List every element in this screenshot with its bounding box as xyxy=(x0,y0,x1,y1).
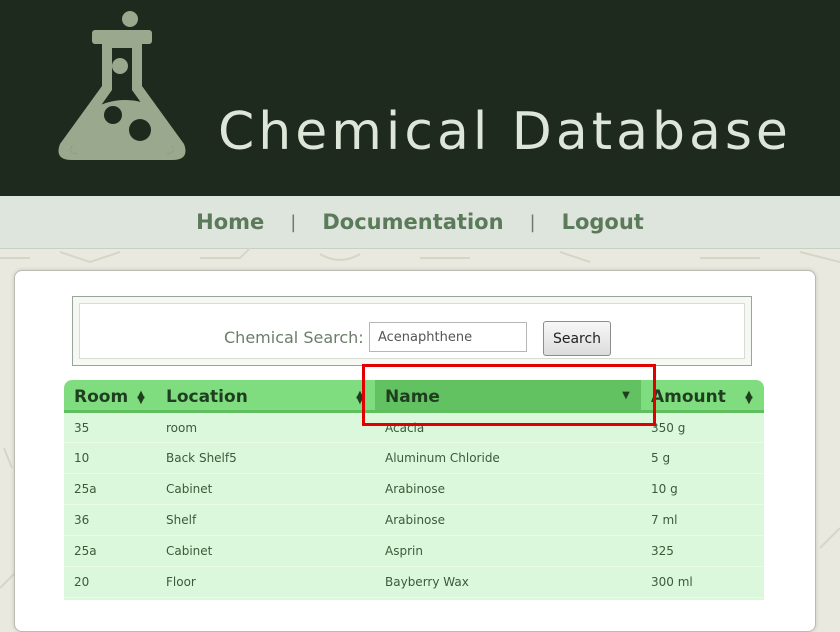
cell-name: Arabinose xyxy=(375,504,641,536)
table-row[interactable]: 25a Cabinet Asprin 325 xyxy=(64,535,764,567)
table-row[interactable]: 25a Cabinet Arabinose 10 g xyxy=(64,473,764,505)
cell-location: Cabinet xyxy=(156,473,375,505)
column-header-location[interactable]: Location ▲ ▼ xyxy=(156,380,375,413)
table-row[interactable]: 35 room Acacia 350 g xyxy=(64,411,764,443)
chemical-table: Room ▲ ▼ Location ▲ ▼ Name ▼ Amount ▲ ▼ 35 room A… xyxy=(64,380,764,600)
cell-name: Bayberry Wax xyxy=(375,566,641,598)
cell-amount: 350 g xyxy=(641,411,764,443)
nav-logout-link[interactable]: Logout xyxy=(562,210,644,234)
sort-both-icon: ▲ ▼ xyxy=(745,389,753,406)
cell-room: 10 xyxy=(64,442,156,474)
nav-separator: | xyxy=(529,211,536,233)
nav-separator: | xyxy=(290,211,297,233)
cell-location: Back Shelf5 xyxy=(156,442,375,474)
cell-name: Asprin xyxy=(375,535,641,567)
search-panel-inner: Chemical Search: Search xyxy=(79,303,745,359)
chemical-table-container: Room ▲ ▼ Location ▲ ▼ Name ▼ Amount ▲ ▼ 35 room A… xyxy=(64,380,764,600)
search-panel: Chemical Search: Search xyxy=(72,296,752,366)
cell-location: Floor xyxy=(156,566,375,598)
cell-amount: 5 g xyxy=(641,442,764,474)
search-button[interactable]: Search xyxy=(543,321,611,356)
cell-room: 35 xyxy=(64,411,156,443)
cell-amount: 325 xyxy=(641,535,764,567)
sort-both-icon: ▲ ▼ xyxy=(137,389,145,406)
sort-both-icon: ▲ ▼ xyxy=(356,389,364,406)
column-header-room[interactable]: Room ▲ ▼ xyxy=(64,380,156,413)
cell-room: 36 xyxy=(64,504,156,536)
site-title: Chemical Database xyxy=(218,102,792,162)
chemical-search-input[interactable] xyxy=(369,322,527,352)
main-nav: Home | Documentation | Logout xyxy=(0,196,840,249)
table-row[interactable]: 20 Floor Bayberry Wax 300 ml xyxy=(64,566,764,598)
cell-amount: 300 ml xyxy=(641,566,764,598)
cell-room: 25a xyxy=(64,535,156,567)
nav-documentation-link[interactable]: Documentation xyxy=(322,210,503,234)
cell-name: Arabinose xyxy=(375,473,641,505)
site-header: Chemical Database xyxy=(0,0,840,196)
cell-room: 20 xyxy=(64,566,156,598)
flask-icon xyxy=(58,11,186,160)
cell-name: Acacia xyxy=(375,411,641,443)
search-label: Chemical Search: xyxy=(224,328,364,347)
cell-location: Shelf xyxy=(156,504,375,536)
column-header-amount[interactable]: Amount ▲ ▼ xyxy=(641,380,764,413)
cell-location: Cabinet xyxy=(156,535,375,567)
cell-location: room xyxy=(156,411,375,443)
table-row[interactable]: 36 Shelf Arabinose 7 ml xyxy=(64,504,764,536)
sort-descending-icon: ▼ xyxy=(622,390,630,401)
cell-name: Aluminum Chloride xyxy=(375,442,641,474)
cell-room: 25a xyxy=(64,473,156,505)
table-row[interactable]: 10 Back Shelf5 Aluminum Chloride 5 g xyxy=(64,442,764,474)
column-header-name[interactable]: Name ▼ xyxy=(375,380,641,413)
nav-home-link[interactable]: Home xyxy=(196,210,264,234)
cell-amount: 10 g xyxy=(641,473,764,505)
cell-amount: 7 ml xyxy=(641,504,764,536)
